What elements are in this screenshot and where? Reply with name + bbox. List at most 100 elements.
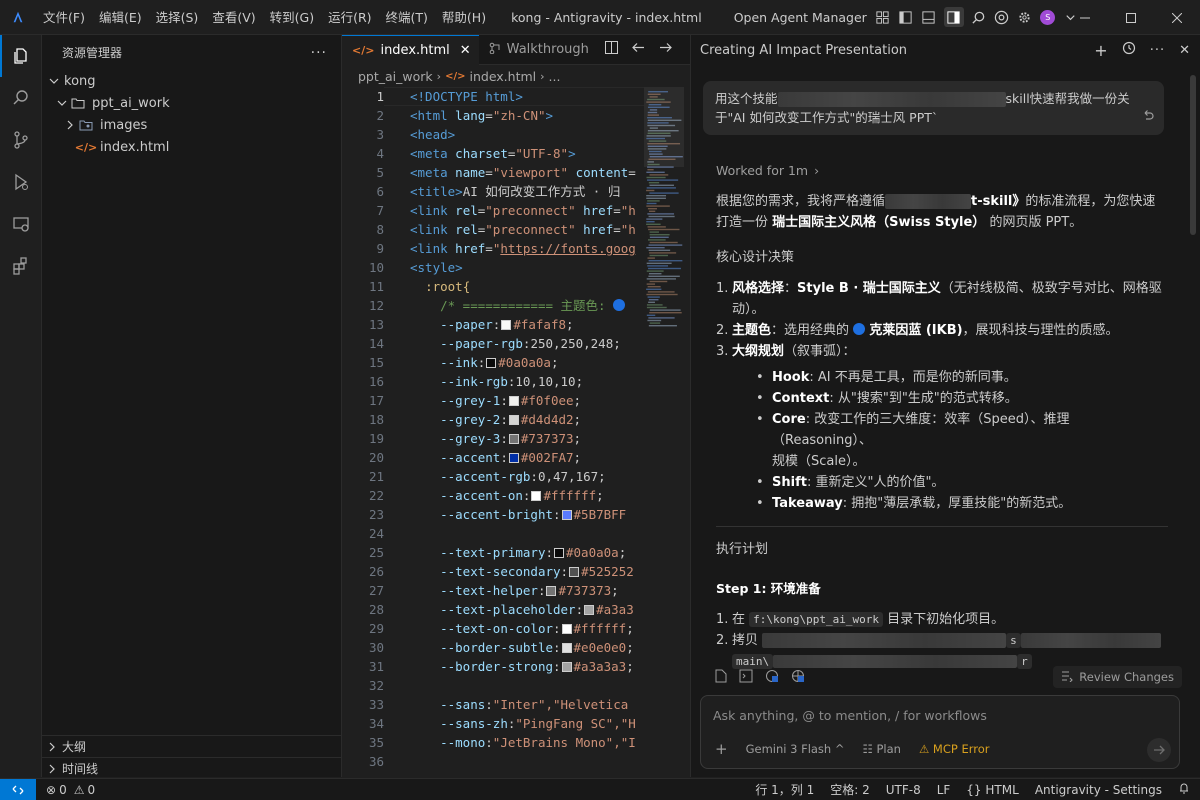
- split-editor-icon[interactable]: [604, 41, 618, 58]
- agent-panel: Creating AI Impact Presentation + ··· ✕ …: [691, 35, 1200, 777]
- source-control-icon[interactable]: [0, 119, 42, 161]
- color-swatch[interactable]: [486, 358, 497, 368]
- color-swatch[interactable]: [508, 453, 519, 463]
- extensions-icon[interactable]: [0, 245, 42, 287]
- color-swatch[interactable]: [561, 624, 572, 634]
- file-label: index.html: [100, 139, 170, 155]
- plus-icon[interactable]: +: [1094, 41, 1107, 60]
- color-swatch[interactable]: [584, 605, 595, 615]
- cursor-position[interactable]: 行 1，列 1: [755, 781, 814, 798]
- minimap-line: [646, 171, 665, 173]
- breadcrumb-more[interactable]: ...: [549, 69, 561, 84]
- terminal-icon[interactable]: [739, 669, 753, 687]
- account-avatar[interactable]: S: [1040, 9, 1056, 25]
- minimap-line: [649, 234, 670, 236]
- chevron-right-icon: [42, 764, 62, 774]
- close-window-button[interactable]: [1154, 0, 1200, 35]
- end-of-line[interactable]: LF: [937, 783, 951, 797]
- toggle-panel-icon[interactable]: [921, 9, 937, 25]
- indentation[interactable]: 空格: 2: [830, 781, 870, 798]
- browser-globe-icon[interactable]: [791, 669, 805, 687]
- close-icon[interactable]: ✕: [1179, 43, 1190, 58]
- more-actions-icon[interactable]: ···: [311, 45, 327, 61]
- menu-help[interactable]: 帮助(H): [435, 0, 493, 35]
- review-changes-button[interactable]: Review Changes: [1053, 666, 1182, 688]
- arrow-left-icon[interactable]: [632, 41, 645, 58]
- color-swatch[interactable]: [569, 567, 580, 577]
- toggle-secondary-sidebar-icon[interactable]: [943, 7, 964, 27]
- history-icon[interactable]: [1122, 41, 1136, 59]
- search-view-icon[interactable]: [0, 77, 42, 119]
- undo-icon[interactable]: [1142, 107, 1154, 126]
- menu-file[interactable]: 文件(F): [36, 0, 92, 35]
- menu-go[interactable]: 转到(G): [263, 0, 321, 35]
- settings-status[interactable]: Antigravity - Settings: [1035, 783, 1162, 797]
- remote-indicator-icon[interactable]: [0, 778, 36, 800]
- minimap-viewport[interactable]: [644, 87, 684, 167]
- minimap-line: [646, 262, 672, 264]
- agent-response: Worked for 1m › 根据您的需求，我将严格遵循 t-skill》的标准流…: [716, 155, 1168, 672]
- model-selector[interactable]: Gemini 3 Flash ^: [746, 742, 845, 756]
- color-swatch[interactable]: [561, 643, 572, 653]
- menu-edit[interactable]: 编辑(E): [92, 0, 149, 35]
- tree-folder-ppt-ai-work[interactable]: ppt_ai_work: [42, 92, 341, 114]
- code-editor[interactable]: 1 <!DOCTYPE html> 2 <html lang="zh-CN"> 3 <…: [342, 87, 638, 777]
- activity-bar: [0, 35, 42, 777]
- minimap-line: [647, 200, 660, 202]
- color-swatch[interactable]: [508, 415, 519, 425]
- more-actions-icon[interactable]: ···: [1150, 43, 1165, 58]
- menu-selection[interactable]: 选择(S): [149, 0, 206, 35]
- color-swatch[interactable]: [531, 491, 542, 501]
- scrollbar[interactable]: [1190, 75, 1196, 235]
- worked-for-toggle[interactable]: Worked for 1m ›: [716, 155, 1168, 185]
- color-swatch[interactable]: [501, 320, 512, 330]
- search-icon[interactable]: [971, 9, 987, 25]
- tab-index-html[interactable]: </> index.html ✕: [342, 34, 479, 65]
- timeline-section[interactable]: 时间线: [42, 757, 342, 779]
- color-swatch[interactable]: [508, 434, 519, 444]
- menu-view[interactable]: 查看(V): [205, 0, 262, 35]
- errors-status[interactable]: ⊗ 0 ⚠ 0: [46, 783, 95, 797]
- minimap-line: [648, 325, 677, 327]
- plan-mode-button[interactable]: ☷ Plan: [863, 742, 901, 756]
- encoding[interactable]: UTF-8: [886, 783, 921, 797]
- color-swatch[interactable]: [561, 662, 572, 672]
- add-context-button[interactable]: +: [715, 740, 728, 758]
- maximize-button[interactable]: [1108, 0, 1154, 35]
- color-swatch[interactable]: [508, 396, 519, 406]
- toggle-sidebar-icon[interactable]: [898, 9, 914, 25]
- minimap[interactable]: [644, 87, 684, 777]
- arrow-right-icon[interactable]: [659, 41, 672, 58]
- run-debug-icon[interactable]: [0, 161, 42, 203]
- chat-input-box[interactable]: Ask anything, @ to mention, / for workfl…: [700, 695, 1180, 769]
- language-mode[interactable]: {} HTML: [966, 783, 1019, 797]
- color-swatch[interactable]: [554, 548, 564, 558]
- chrome-icon[interactable]: [994, 9, 1010, 25]
- warning-icon: ⚠: [73, 782, 85, 797]
- open-agent-manager-button[interactable]: Open Agent Manager: [734, 10, 867, 25]
- file-icon[interactable]: [715, 669, 727, 687]
- color-swatch[interactable]: [546, 586, 557, 596]
- layout-grid-icon[interactable]: [875, 9, 891, 25]
- menu-terminal[interactable]: 终端(T): [379, 0, 435, 35]
- breadcrumb-file[interactable]: index.html: [469, 69, 536, 84]
- send-button[interactable]: [1147, 738, 1171, 762]
- minimize-button[interactable]: [1062, 0, 1108, 35]
- review-icon: [1061, 670, 1074, 685]
- chat-input-placeholder[interactable]: Ask anything, @ to mention, / for workfl…: [713, 708, 987, 723]
- explorer-icon[interactable]: [0, 35, 42, 77]
- color-swatch[interactable]: [561, 510, 572, 520]
- tree-root-kong[interactable]: kong: [42, 70, 341, 92]
- close-icon[interactable]: ✕: [460, 43, 471, 58]
- remote-explorer-icon[interactable]: [0, 203, 42, 245]
- tree-file-index-html[interactable]: </> index.html: [42, 136, 341, 158]
- outline-section[interactable]: 大纲: [42, 735, 342, 757]
- browser-icon[interactable]: [765, 669, 779, 687]
- tree-folder-images[interactable]: images: [42, 114, 341, 136]
- tab-walkthrough[interactable]: Walkthrough: [479, 35, 597, 65]
- notifications-icon[interactable]: [1178, 782, 1190, 797]
- breadcrumb-folder[interactable]: ppt_ai_work: [358, 69, 433, 84]
- mcp-error-button[interactable]: ⚠ MCP Error: [919, 742, 990, 756]
- menu-run[interactable]: 运行(R): [321, 0, 378, 35]
- gear-icon[interactable]: [1017, 9, 1033, 25]
